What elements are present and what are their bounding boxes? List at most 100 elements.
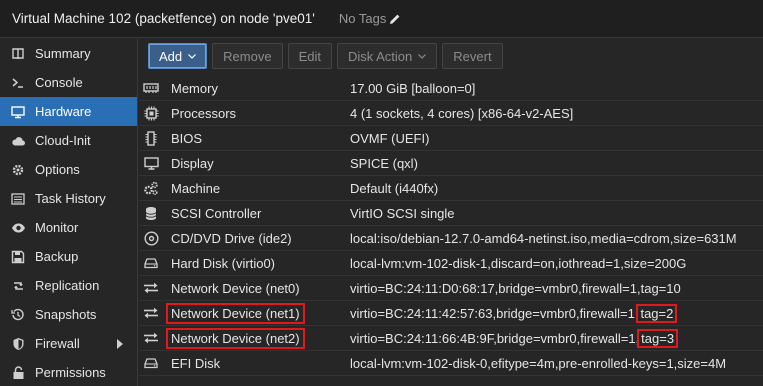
sidebar-item-label: Backup	[35, 249, 79, 264]
sidebar-item-monitor[interactable]: Monitor	[0, 213, 137, 242]
sidebar-item-cloud-init[interactable]: Cloud-Init	[0, 126, 137, 155]
sidebar-item-task-history[interactable]: Task History	[0, 184, 137, 213]
floppy-icon	[10, 249, 26, 265]
hardware-name: SCSI Controller	[171, 206, 262, 221]
hardware-value-main: virtio=BC:24:11:42:57:63,bridge=vmbr0,fi…	[350, 306, 639, 321]
history-icon	[10, 307, 26, 323]
vlan-tag-highlight: tag=2	[636, 304, 678, 323]
table-row-cd-dvd-drive[interactable]: CD/DVD Drive (ide2) local:iso/debian-12.…	[139, 226, 763, 251]
table-row-hard-disk-virtio0[interactable]: Hard Disk (virtio0) local-lvm:vm-102-dis…	[139, 251, 763, 276]
cogs-icon	[143, 180, 159, 196]
table-row-scsi-controller[interactable]: SCSI Controller VirtIO SCSI single	[139, 201, 763, 226]
hardware-name: Processors	[171, 106, 237, 121]
sidebar-item-snapshots[interactable]: Snapshots	[0, 300, 137, 329]
chevron-down-icon	[188, 53, 197, 59]
hardware-name: BIOS	[171, 131, 203, 146]
table-row-bios[interactable]: BIOS OVMF (UEFI)	[139, 126, 763, 151]
cdrom-icon	[143, 230, 159, 246]
sidebar-item-label: Snapshots	[35, 307, 97, 322]
sidebar-item-summary[interactable]: Summary	[0, 39, 137, 68]
sidebar-item-label: Firewall	[35, 336, 80, 351]
sidebar-item-console[interactable]: Console	[0, 68, 137, 97]
expand-arrow-icon[interactable]	[117, 339, 123, 349]
terminal-icon	[10, 75, 26, 91]
hardware-value: virtio=BC:24:11:42:57:63,bridge=vmbr0,fi…	[350, 304, 678, 323]
hardware-name: EFI Disk	[171, 356, 221, 371]
eye-icon	[10, 220, 26, 236]
sidebar-item-label: Hardware	[35, 104, 92, 119]
hardware-name: Display	[171, 156, 214, 171]
tags-label: No Tags	[338, 11, 387, 26]
shield-icon	[10, 336, 26, 352]
sidebar-item-firewall[interactable]: Firewall	[0, 329, 137, 358]
harddisk-icon	[143, 355, 159, 371]
page-title: Virtual Machine 102 (packetfence) on nod…	[12, 11, 315, 26]
hardware-value: 4 (1 sockets, 4 cores) [x86-64-v2-AES]	[350, 106, 574, 121]
cloud-icon	[10, 133, 26, 149]
sidebar-item-label: Monitor	[35, 220, 79, 235]
hardware-value: SPICE (qxl)	[350, 156, 418, 171]
gear-icon	[10, 162, 26, 178]
table-row-display[interactable]: Display SPICE (qxl)	[139, 151, 763, 176]
disk-action-label: Disk Action	[347, 48, 413, 64]
sidebar-item-permissions[interactable]: Permissions	[0, 358, 137, 386]
table-row-machine[interactable]: Machine Default (i440fx)	[139, 176, 763, 201]
sidebar-item-label: Task History	[35, 191, 106, 206]
pencil-icon[interactable]	[389, 13, 401, 25]
hardware-value: local-lvm:vm-102-disk-0,efitype=4m,pre-e…	[350, 356, 727, 371]
hardware-value: 17.00 GiB [balloon=0]	[350, 81, 476, 96]
memory-icon	[143, 80, 159, 96]
table-row-processors[interactable]: Processors 4 (1 sockets, 4 cores) [x86-6…	[139, 101, 763, 126]
table-row-network-net1[interactable]: Network Device (net1) virtio=BC:24:11:42…	[139, 301, 763, 326]
sidebar-item-label: Permissions	[35, 365, 106, 380]
remove-button[interactable]: Remove	[212, 43, 283, 69]
chevron-down-icon	[418, 53, 427, 59]
sidebar-item-hardware[interactable]: Hardware	[0, 97, 137, 126]
cpu-icon	[143, 105, 159, 121]
database-icon	[143, 205, 159, 221]
vlan-tag-highlight: tag=3	[637, 329, 679, 348]
edit-button[interactable]: Edit	[287, 43, 332, 69]
tags-editor[interactable]: No Tags	[339, 11, 401, 26]
add-button[interactable]: Add	[148, 43, 208, 69]
title-bar: Virtual Machine 102 (packetfence) on nod…	[0, 0, 763, 38]
hardware-value: Default (i440fx)	[350, 181, 439, 196]
hardware-name: Hard Disk (virtio0)	[171, 256, 276, 271]
list-icon	[10, 191, 26, 207]
hardware-value: virtio=BC:24:11:D0:68:17,bridge=vmbr0,fi…	[350, 281, 681, 296]
sidebar-item-label: Replication	[35, 278, 100, 293]
unlock-icon	[10, 365, 26, 381]
book-icon	[10, 46, 26, 62]
hardware-value: VirtIO SCSI single	[350, 206, 455, 221]
desktop-icon	[10, 104, 26, 120]
exchange-icon	[143, 330, 159, 346]
exchange-icon	[143, 280, 159, 296]
revert-button[interactable]: Revert	[442, 43, 503, 69]
sidebar-item-backup[interactable]: Backup	[0, 242, 137, 271]
hardware-value-main: virtio=BC:24:11:66:4B:9F,bridge=vmbr0,fi…	[350, 331, 640, 346]
sidebar-item-options[interactable]: Options	[0, 155, 137, 184]
monitor-icon	[143, 155, 159, 171]
hardware-value: local:iso/debian-12.7.0-amd64-netinst.is…	[350, 231, 737, 246]
disk-action-button[interactable]: Disk Action	[336, 43, 438, 69]
hardware-name: CD/DVD Drive (ide2)	[171, 231, 292, 246]
hardware-name: Network Device (net1)	[166, 303, 305, 324]
table-row-network-net0[interactable]: Network Device (net0) virtio=BC:24:11:D0…	[139, 276, 763, 301]
hardware-value: local-lvm:vm-102-disk-1,discard=on,iothr…	[350, 256, 687, 271]
table-row-efi-disk[interactable]: EFI Disk local-lvm:vm-102-disk-0,efitype…	[139, 351, 763, 376]
table-row-memory[interactable]: Memory 17.00 GiB [balloon=0]	[139, 76, 763, 101]
sidebar-item-label: Options	[35, 162, 80, 177]
hardware-value: virtio=BC:24:11:66:4B:9F,bridge=vmbr0,fi…	[350, 329, 679, 348]
sidebar-item-replication[interactable]: Replication	[0, 271, 137, 300]
hardware-name: Machine	[171, 181, 221, 196]
harddisk-icon	[143, 255, 159, 271]
sidebar-item-label: Console	[35, 75, 83, 90]
hardware-name: Network Device (net2)	[166, 328, 305, 349]
sidebar-item-label: Cloud-Init	[35, 133, 91, 148]
microchip-icon	[143, 130, 159, 146]
hardware-name: Network Device (net0)	[171, 281, 300, 296]
table-row-network-net2[interactable]: Network Device (net2) virtio=BC:24:11:66…	[139, 326, 763, 351]
exchange-icon	[143, 305, 159, 321]
sidebar-item-label: Summary	[35, 46, 91, 61]
hardware-name: Memory	[171, 81, 218, 96]
